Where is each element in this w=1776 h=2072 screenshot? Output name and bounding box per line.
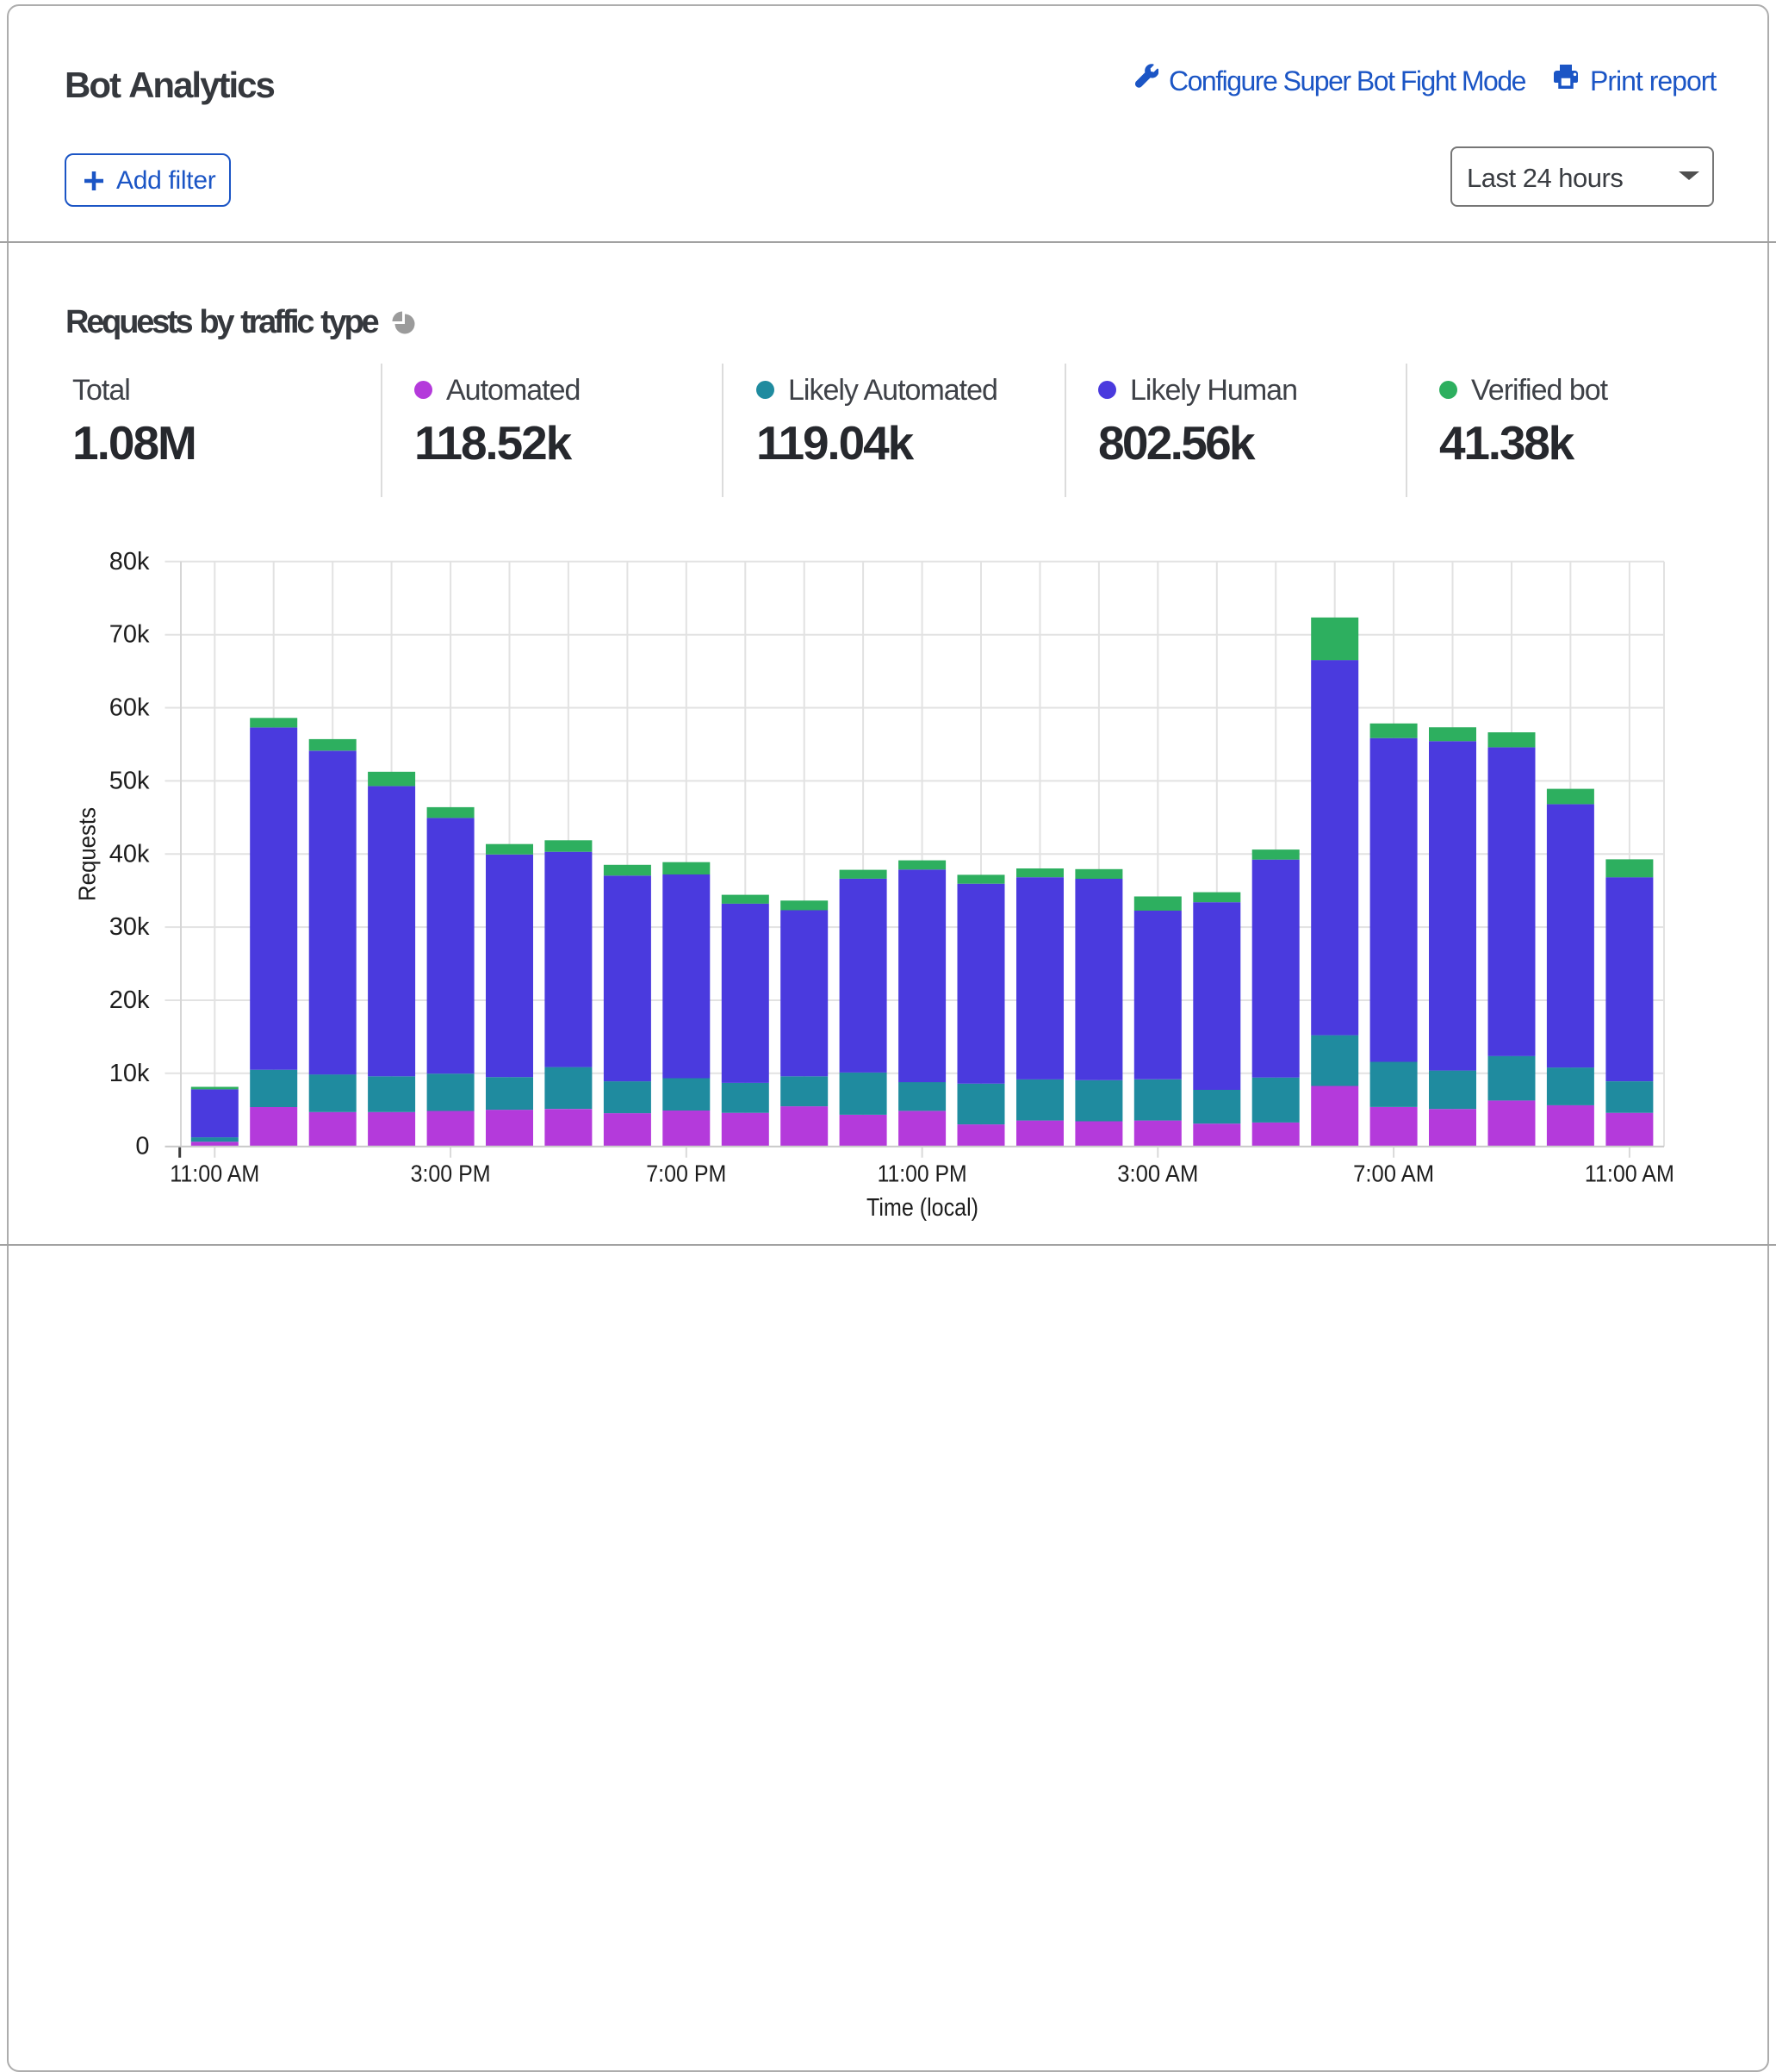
svg-text:11:00 AM: 11:00 AM [1585, 1160, 1674, 1187]
svg-text:7:00 PM: 7:00 PM [646, 1160, 726, 1187]
svg-text:50k: 50k [109, 767, 150, 794]
svg-text:30k: 30k [109, 913, 150, 941]
svg-text:11:00 AM: 11:00 AM [170, 1160, 259, 1187]
svg-text:10k: 10k [109, 1060, 150, 1087]
svg-text:11:00 PM: 11:00 PM [878, 1160, 967, 1187]
svg-text:70k: 70k [109, 621, 150, 649]
svg-text:80k: 80k [109, 548, 150, 576]
svg-text:3:00 PM: 3:00 PM [411, 1160, 491, 1187]
svg-text:20k: 20k [109, 986, 150, 1014]
svg-text:40k: 40k [109, 840, 150, 868]
svg-text:0: 0 [135, 1133, 149, 1160]
svg-text:Time (local): Time (local) [866, 1194, 978, 1222]
svg-text:7:00 AM: 7:00 AM [1353, 1160, 1434, 1187]
svg-text:Requests: Requests [74, 807, 101, 901]
svg-text:3:00 AM: 3:00 AM [1117, 1160, 1198, 1187]
svg-text:60k: 60k [109, 694, 150, 722]
